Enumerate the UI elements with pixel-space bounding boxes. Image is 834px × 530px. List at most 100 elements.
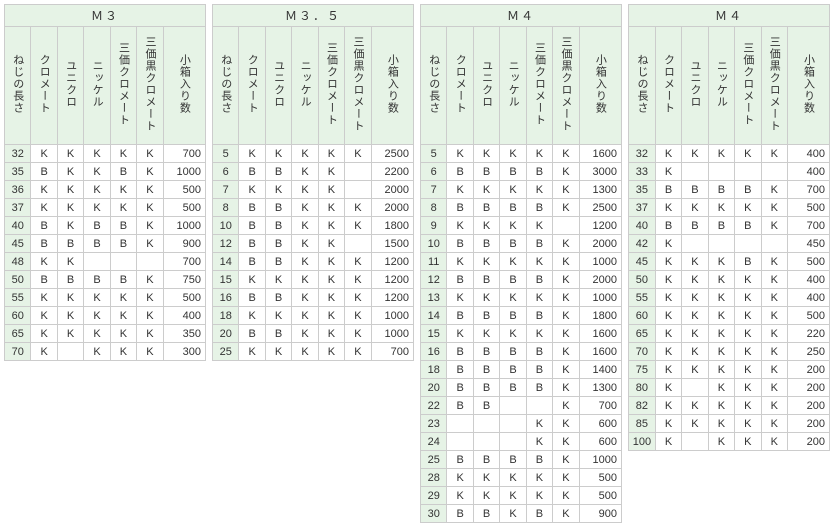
value-cell: K <box>526 289 552 307</box>
value-cell: K <box>239 271 265 289</box>
qty-cell: 750 <box>163 271 205 289</box>
value-cell <box>345 181 371 199</box>
value-cell: K <box>655 253 681 271</box>
row-header: 7 <box>421 181 447 199</box>
tables-container: Ｍ３ねじの長さクロメートユニクロニッケル三価クロメート三価黒クロメート小箱入り数… <box>4 4 830 523</box>
value-cell: K <box>137 325 163 343</box>
value-cell: K <box>57 163 83 181</box>
value-cell: K <box>239 307 265 325</box>
value-cell: B <box>447 361 473 379</box>
value-cell: K <box>526 469 552 487</box>
spec-table: Ｍ４ねじの長さクロメートユニクロニッケル三価クロメート三価黒クロメート小箱入り数… <box>628 4 830 451</box>
value-cell: K <box>761 289 787 307</box>
column-header-label: ユニクロ <box>273 30 285 138</box>
column-header: ニッケル <box>292 27 318 145</box>
value-cell: B <box>239 253 265 271</box>
value-cell: B <box>84 235 110 253</box>
value-cell <box>682 433 708 451</box>
qty-cell: 1000 <box>579 253 621 271</box>
value-cell: K <box>500 145 526 163</box>
value-cell: B <box>682 181 708 199</box>
row-header: 24 <box>421 433 447 451</box>
row-header: 60 <box>629 307 656 325</box>
spec-table: Ｍ３ねじの長さクロメートユニクロニッケル三価クロメート三価黒クロメート小箱入り数… <box>4 4 206 361</box>
value-cell: K <box>265 343 291 361</box>
column-header-label: ニッケル <box>507 30 519 138</box>
table-row: 33K400 <box>629 163 830 181</box>
value-cell: B <box>526 235 552 253</box>
qty-cell: 600 <box>579 433 621 451</box>
value-cell: K <box>655 361 681 379</box>
value-cell: K <box>682 199 708 217</box>
value-cell: B <box>526 451 552 469</box>
row-header: 100 <box>629 433 656 451</box>
table-row: 28KKKKK500 <box>421 469 622 487</box>
row-header: 15 <box>421 325 447 343</box>
value-cell: K <box>84 163 110 181</box>
qty-cell: 1000 <box>163 217 205 235</box>
table-row: 55KKKKK500 <box>5 289 206 307</box>
value-cell: K <box>447 145 473 163</box>
value-cell: B <box>526 343 552 361</box>
column-header-label: ユニクロ <box>689 30 701 138</box>
value-cell: K <box>110 307 136 325</box>
qty-cell: 500 <box>787 253 829 271</box>
value-cell: K <box>318 217 344 235</box>
column-header: 三価クロメート <box>526 27 552 145</box>
value-cell: B <box>473 343 499 361</box>
qty-cell: 700 <box>371 343 413 361</box>
value-cell: K <box>473 469 499 487</box>
value-cell: K <box>526 145 552 163</box>
value-cell: K <box>761 253 787 271</box>
value-cell: B <box>473 307 499 325</box>
value-cell: K <box>553 487 579 505</box>
column-header: 三価黒クロメート <box>345 27 371 145</box>
table-row: 9KKKK1200 <box>421 217 622 235</box>
value-cell: K <box>682 271 708 289</box>
qty-cell: 400 <box>787 271 829 289</box>
table-row: 16BBBBK1600 <box>421 343 622 361</box>
value-cell: K <box>761 415 787 433</box>
table-row: 14BBBBK1800 <box>421 307 622 325</box>
value-cell: K <box>57 307 83 325</box>
row-header: 25 <box>421 451 447 469</box>
row-header: 75 <box>629 361 656 379</box>
row-header: 25 <box>213 343 239 361</box>
column-header: ねじの長さ <box>5 27 31 145</box>
column-header-label: ねじの長さ <box>428 30 440 138</box>
table-row: 100KKKK200 <box>629 433 830 451</box>
value-cell: K <box>31 181 57 199</box>
value-cell: K <box>735 379 761 397</box>
table-row: 70KKKK300 <box>5 343 206 361</box>
value-cell: K <box>473 487 499 505</box>
value-cell: K <box>292 343 318 361</box>
value-cell: K <box>292 253 318 271</box>
value-cell: B <box>265 235 291 253</box>
value-cell: K <box>292 289 318 307</box>
row-header: 85 <box>629 415 656 433</box>
value-cell: B <box>110 235 136 253</box>
value-cell: K <box>655 199 681 217</box>
column-header-label: ねじの長さ <box>636 30 648 138</box>
value-cell: B <box>526 379 552 397</box>
row-header: 10 <box>421 235 447 253</box>
qty-cell: 700 <box>787 181 829 199</box>
value-cell: B <box>447 271 473 289</box>
row-header: 55 <box>5 289 31 307</box>
row-header: 32 <box>629 145 656 163</box>
table-row: 65KKKKK220 <box>629 325 830 343</box>
value-cell: B <box>473 361 499 379</box>
value-cell <box>57 343 83 361</box>
qty-cell: 200 <box>787 379 829 397</box>
value-cell: B <box>447 163 473 181</box>
table-row: 48KK700 <box>5 253 206 271</box>
table-row: 7KKKKK1300 <box>421 181 622 199</box>
row-header: 40 <box>629 217 656 235</box>
value-cell: K <box>708 307 734 325</box>
qty-cell: 500 <box>163 199 205 217</box>
value-cell: K <box>708 199 734 217</box>
value-cell: K <box>447 289 473 307</box>
value-cell: K <box>655 325 681 343</box>
column-header-label: クロメート <box>38 30 50 138</box>
value-cell: K <box>682 253 708 271</box>
